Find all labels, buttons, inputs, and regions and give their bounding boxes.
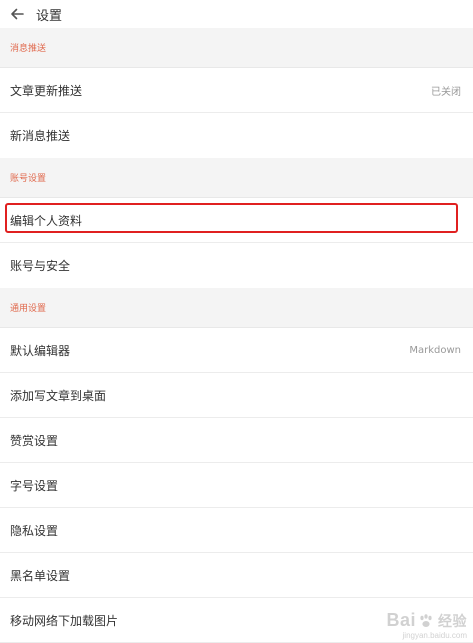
setting-label: 赞赏设置 <box>10 433 59 448</box>
setting-label: 字号设置 <box>10 478 59 493</box>
setting-value: Markdown <box>409 344 461 356</box>
setting-row-blacklist[interactable]: 黑名单设置 <box>0 553 473 598</box>
section-header-general-settings: 通用设置 <box>0 288 473 328</box>
setting-label: 默认编辑器 <box>10 343 71 358</box>
setting-row-reward-settings[interactable]: 赞赏设置 <box>0 418 473 463</box>
page-title: 设置 <box>36 8 63 24</box>
setting-row-add-write-to-desktop[interactable]: 添加写文章到桌面 <box>0 373 473 418</box>
setting-value: 已关闭 <box>431 86 461 98</box>
back-button[interactable] <box>4 0 30 28</box>
top-bar: 设置 <box>0 0 473 28</box>
section-title: 消息推送 <box>10 44 47 54</box>
setting-label: 黑名单设置 <box>10 568 71 583</box>
setting-row-privacy[interactable]: 隐私设置 <box>0 508 473 553</box>
setting-label: 账号与安全 <box>10 259 71 273</box>
setting-label: 文章更新推送 <box>10 83 83 98</box>
setting-row-article-update-push[interactable]: 文章更新推送 已关闭 <box>0 68 473 113</box>
setting-label: 隐私设置 <box>10 523 59 538</box>
setting-row-new-message-push[interactable]: 新消息推送 <box>0 113 473 158</box>
setting-row-account-security[interactable]: 账号与安全 <box>0 243 473 288</box>
section-header-message-push: 消息推送 <box>0 28 473 68</box>
setting-label: 添加写文章到桌面 <box>10 388 107 403</box>
setting-row-edit-profile[interactable]: 编辑个人资料 <box>0 198 473 243</box>
setting-row-mobile-image-loading[interactable]: 移动网络下加载图片 <box>0 598 473 643</box>
section-title: 通用设置 <box>10 304 47 314</box>
setting-label: 新消息推送 <box>10 129 71 143</box>
section-title: 账号设置 <box>10 174 47 184</box>
setting-label: 编辑个人资料 <box>10 213 83 228</box>
setting-row-font-size[interactable]: 字号设置 <box>0 463 473 508</box>
setting-label: 移动网络下加载图片 <box>10 613 119 628</box>
setting-row-default-editor[interactable]: 默认编辑器 Markdown <box>0 328 473 373</box>
arrow-left-icon <box>11 8 24 20</box>
section-header-account-settings: 账号设置 <box>0 158 473 198</box>
